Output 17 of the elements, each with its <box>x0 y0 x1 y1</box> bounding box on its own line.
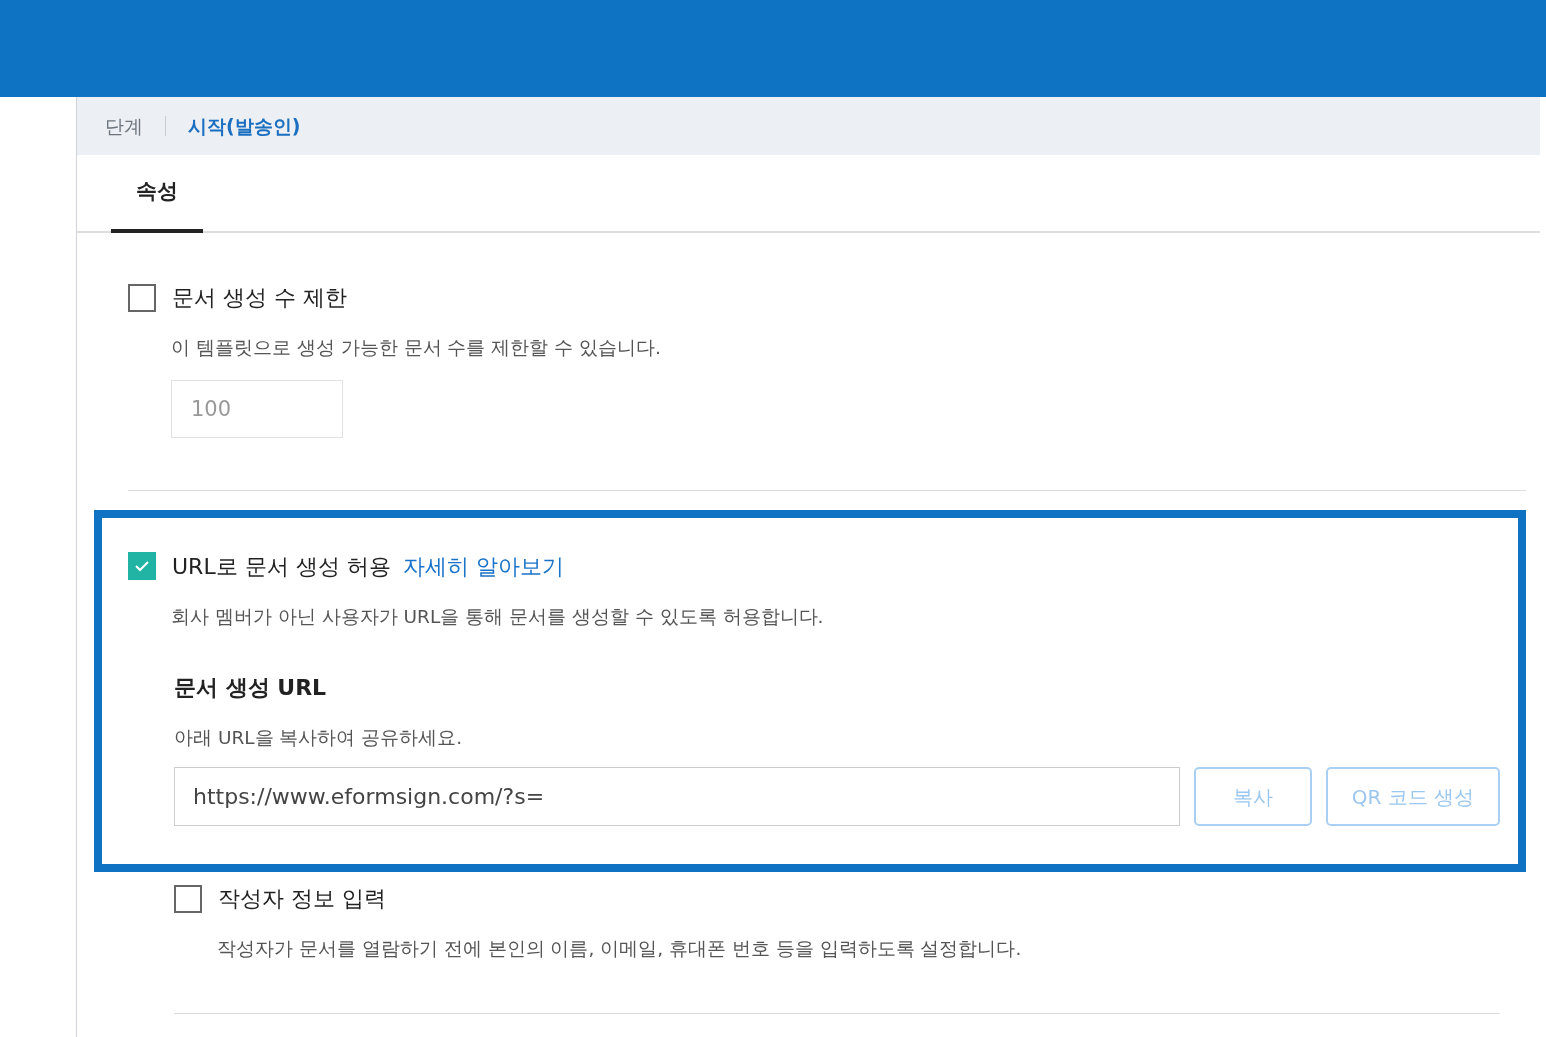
option-label: 작성자 정보 입력 <box>218 885 386 914</box>
checkbox[interactable] <box>174 884 202 913</box>
breadcrumb-label: 단계 <box>105 113 143 139</box>
option-label: URL로 문서 생성 허용 <box>172 552 391 581</box>
tab[interactable]: 속성 <box>111 155 203 233</box>
section-hint: 아래 URL을 복사하여 공유하세요. <box>174 725 464 750</box>
check-icon <box>134 560 150 573</box>
option-description: 이 템플릿으로 생성 가능한 문서 수를 제한할 수 있습니다. <box>171 336 662 360</box>
checkbox[interactable] <box>128 552 156 581</box>
option-label: 문서 생성 수 제한 <box>172 284 347 312</box>
option-description: 작성자가 문서를 열람하기 전에 본인의 이름, 이메일, 휴대폰 번호 등을 입력하도록 설정합니다. <box>217 937 1023 962</box>
url-field[interactable]: https://www.eformsign.com/?s= <box>174 767 1180 827</box>
section-title: 문서 생성 URL <box>174 673 328 702</box>
option-description: 회사 멤버가 아닌 사용자가 URL을 통해 문서를 생성할 수 있도록 허용합니다. <box>171 604 825 629</box>
learn-more-link[interactable]: 자세히 알아보기 <box>402 549 564 583</box>
breadcrumb-current: 시작(발송인) <box>188 113 301 139</box>
checkbox[interactable] <box>128 283 156 312</box>
